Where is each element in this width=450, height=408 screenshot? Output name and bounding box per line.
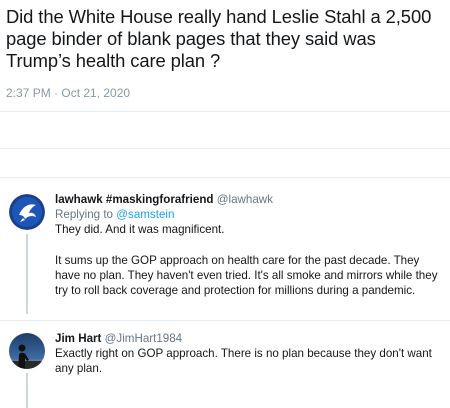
- main-tweet: Did the White House really hand Leslie S…: [6, 6, 442, 100]
- reply-1-handle[interactable]: @lawhawk: [217, 193, 273, 206]
- main-tweet-text: Did the White House really hand Leslie S…: [6, 6, 432, 71]
- divider-actions: [0, 177, 450, 178]
- reply-2-handle[interactable]: @JimHart1984: [105, 332, 183, 345]
- reply-2-body: Jim Hart @JimHart1984 Exactly right on G…: [55, 331, 443, 377]
- reply-1-thread-line: [26, 234, 28, 314]
- reply-tweet-2[interactable]: Jim Hart @JimHart1984 Exactly right on G…: [0, 331, 450, 408]
- main-tweet-timestamp[interactable]: 2:37 PM · Oct 21, 2020: [6, 86, 442, 100]
- replying-to-link[interactable]: @samstein: [116, 208, 174, 221]
- divider-replies: [0, 320, 450, 321]
- reply-1-body: lawhawk #maskingforafriend @lawhawk Repl…: [55, 192, 443, 298]
- reply-1-paragraph-2: It sums up the GOP approach on health ca…: [55, 253, 438, 298]
- reply-2-avatar[interactable]: [9, 333, 45, 369]
- divider-top: [0, 111, 450, 112]
- reply-2-header: Jim Hart @JimHart1984: [55, 331, 443, 346]
- reply-2-display-name[interactable]: Jim Hart: [55, 332, 101, 345]
- silhouette-photo-avatar-icon: [9, 333, 45, 369]
- bird-logo-avatar-icon: [9, 194, 45, 230]
- reply-2-paragraph-1: Exactly right on GOP approach. There is …: [55, 347, 432, 376]
- reply-1-avatar[interactable]: [9, 194, 45, 230]
- reply-1-replying-to: Replying to @samstein: [55, 207, 443, 222]
- tweet-thread-page: Did the White House really hand Leslie S…: [0, 0, 450, 408]
- reply-tweet-1[interactable]: lawhawk #maskingforafriend @lawhawk Repl…: [0, 192, 450, 314]
- reply-1-display-name[interactable]: lawhawk #maskingforafriend: [55, 193, 214, 206]
- reply-1-header: lawhawk #maskingforafriend @lawhawk: [55, 192, 443, 207]
- divider-stats: [0, 148, 450, 149]
- reply-2-thread-line: [26, 373, 28, 408]
- replying-to-label: Replying to: [55, 208, 114, 222]
- reply-1-paragraph-1: They did. And it was magnificent.: [55, 223, 225, 237]
